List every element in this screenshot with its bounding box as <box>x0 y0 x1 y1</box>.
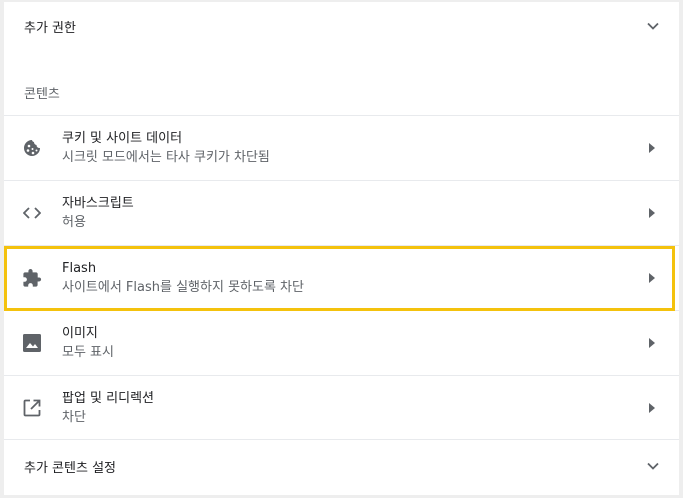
chevron-right-icon <box>647 338 657 348</box>
additional-permissions-label: 추가 권한 <box>24 20 76 36</box>
chevron-down-icon[interactable] <box>641 454 665 478</box>
list-item-images[interactable]: 이미지 모두 표시 <box>4 310 679 375</box>
chevron-right-icon <box>647 143 657 153</box>
item-title: 자바스크립트 <box>62 196 134 211</box>
item-subtitle: 모두 표시 <box>62 345 114 360</box>
item-subtitle: 차단 <box>62 410 86 425</box>
right-border <box>679 0 683 498</box>
additional-content-settings-label: 추가 콘텐츠 설정 <box>24 460 116 476</box>
chevron-right-icon <box>647 403 657 413</box>
chevron-down-icon[interactable] <box>641 14 665 38</box>
item-subtitle: 허용 <box>62 215 86 230</box>
list-item-flash[interactable]: Flash 사이트에서 Flash를 실행하지 못하도록 차단 <box>4 245 679 310</box>
site-settings-page: 추가 권한 콘텐츠 쿠키 및 사이트 데이터 시크릿 모드에서는 타사 쿠키가 … <box>0 0 683 498</box>
item-subtitle: 사이트에서 Flash를 실행하지 못하도록 차단 <box>62 280 304 295</box>
item-subtitle: 시크릿 모드에서는 타사 쿠키가 차단됨 <box>62 150 270 165</box>
puzzle-piece-icon <box>22 268 42 288</box>
item-title: Flash <box>62 261 97 276</box>
cookie-icon <box>22 138 42 158</box>
list-item-cookies[interactable]: 쿠키 및 사이트 데이터 시크릿 모드에서는 타사 쿠키가 차단됨 <box>4 115 679 180</box>
list-item-javascript[interactable]: 자바스크립트 허용 <box>4 180 679 245</box>
list-item-popups[interactable]: 팝업 및 리디렉션 차단 <box>4 375 679 440</box>
image-icon <box>22 333 42 353</box>
chevron-right-icon <box>647 208 657 218</box>
chevron-right-icon <box>647 273 657 283</box>
additional-permissions-row[interactable]: 추가 권한 <box>4 0 679 52</box>
content-section-title: 콘텐츠 <box>24 87 60 102</box>
item-title: 팝업 및 리디렉션 <box>62 391 154 406</box>
code-brackets-icon <box>22 203 42 223</box>
open-in-new-icon <box>22 398 42 418</box>
item-title: 쿠키 및 사이트 데이터 <box>62 131 183 146</box>
additional-content-settings-row[interactable]: 추가 콘텐츠 설정 <box>4 440 679 492</box>
item-title: 이미지 <box>62 326 98 341</box>
